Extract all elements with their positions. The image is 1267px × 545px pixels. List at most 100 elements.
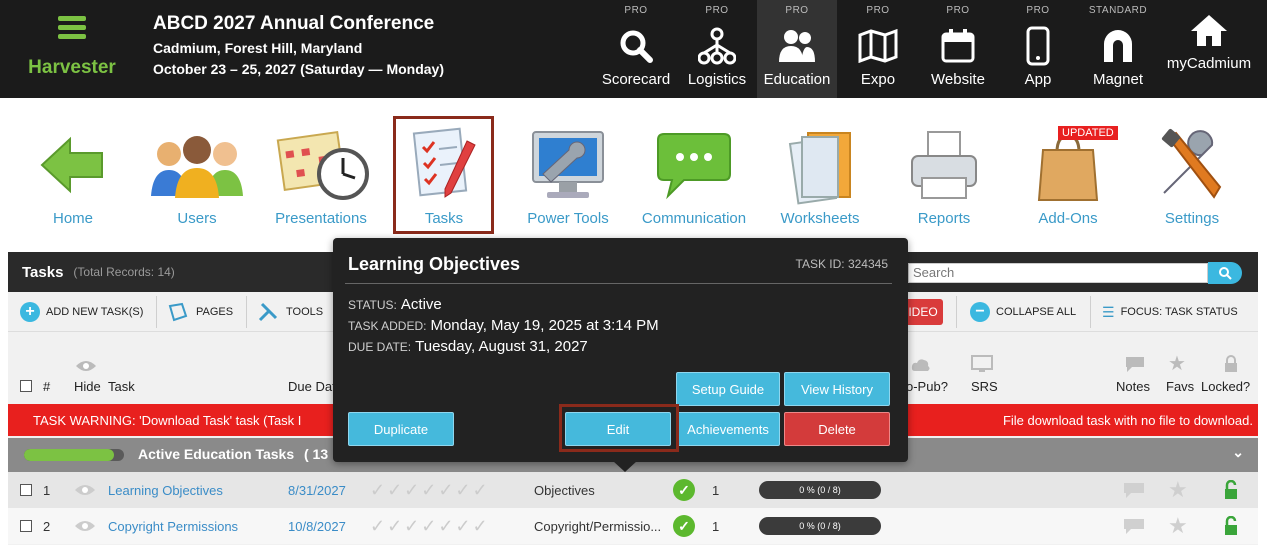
comment-icon[interactable] <box>1122 472 1146 508</box>
star-icon[interactable]: ★ <box>1168 508 1188 544</box>
col-auto-publish[interactable]: o-Pub? <box>906 379 948 394</box>
task-added-row: TASK ADDED: Monday, May 19, 2025 at 3:14 … <box>348 317 659 334</box>
due-label: DUE DATE: <box>348 340 412 354</box>
browser-icon <box>918 24 998 68</box>
due-date: 8/31/2027 <box>288 482 346 498</box>
home-icon <box>1165 8 1253 52</box>
users-icon <box>135 120 259 210</box>
comment-icon[interactable] <box>1122 508 1146 544</box>
progress-pill: 0 % (0 / 8) <box>759 508 881 544</box>
row-num: 2 <box>43 518 51 534</box>
tile-label: Home <box>52 210 93 227</box>
lock-open-icon[interactable] <box>1223 472 1239 508</box>
focus-task-status-button[interactable]: ☰ FOCUS: TASK STATUS <box>1102 292 1238 332</box>
tile-label: Communication <box>641 210 747 227</box>
checkmarks-icon: ✓✓✓✓✓✓✓ <box>370 479 490 500</box>
task-count: 1 <box>712 482 720 498</box>
row-checkbox[interactable] <box>20 508 32 544</box>
eye-icon[interactable] <box>74 472 96 508</box>
lock-icon <box>1223 355 1239 376</box>
tile-presentations[interactable]: Presentations <box>259 120 383 240</box>
group-label: Active Education Tasks <box>138 446 295 462</box>
module-tier: PRO <box>705 5 729 16</box>
col-notes[interactable]: Notes <box>1116 379 1150 394</box>
module-label: myCadmium <box>1166 55 1252 72</box>
tasks-tile-highlight <box>393 116 494 234</box>
popup-title: Learning Objectives <box>348 254 521 274</box>
hamburger-icon[interactable] <box>58 16 86 39</box>
tools-button[interactable]: TOOLS <box>258 292 323 332</box>
col-srs[interactable]: SRS <box>971 379 998 394</box>
conference-location: Cadmium, Forest Hill, Maryland <box>153 40 363 56</box>
monitor-icon <box>971 355 993 376</box>
module-app[interactable]: PRO App <box>998 0 1078 98</box>
top-bar: Harvester ABCD 2027 Annual Conference Ca… <box>0 0 1267 98</box>
task-link[interactable]: Learning Objectives <box>108 472 223 508</box>
tile-add-ons[interactable]: UPDATED Add-Ons <box>1006 120 1130 240</box>
network-icon <box>677 24 757 68</box>
duplicate-button[interactable]: Duplicate <box>348 412 454 446</box>
tools-icon <box>1130 120 1254 210</box>
col-locked[interactable]: Locked? <box>1201 379 1250 394</box>
module-scorecard[interactable]: PRO Scorecard <box>596 0 676 98</box>
add-task-button[interactable]: + ADD NEW TASK(S) <box>20 292 143 332</box>
module-label: Magnet <box>1092 71 1144 88</box>
search-input[interactable]: Search <box>908 263 1208 283</box>
col-hide[interactable]: Hide <box>74 379 101 394</box>
tile-worksheets[interactable]: Worksheets <box>758 120 882 240</box>
col-due-date[interactable]: Due Dat <box>288 379 336 394</box>
tile-home[interactable]: Home <box>11 120 135 240</box>
star-icon[interactable]: ★ <box>1168 472 1188 508</box>
wrench-icon <box>258 302 278 322</box>
setup-guide-button[interactable]: Setup Guide <box>676 372 780 406</box>
progress-text: 0 % (0 / 8) <box>759 481 881 499</box>
tile-power-tools[interactable]: Power Tools <box>506 120 630 240</box>
add-task-label: ADD NEW TASK(S) <box>46 306 144 318</box>
pages-label: PAGES <box>196 306 234 318</box>
tile-reports[interactable]: Reports <box>882 120 1006 240</box>
calendar-clock-icon <box>259 120 383 210</box>
video-button[interactable]: IDEO <box>903 299 943 325</box>
module-label: Education <box>763 71 831 88</box>
module-expo[interactable]: PRO Expo <box>838 0 918 98</box>
tile-label: Add-Ons <box>1038 210 1098 227</box>
delete-button[interactable]: Delete <box>784 412 890 446</box>
brand-menu[interactable]: Harvester <box>0 0 144 98</box>
tile-label: Users <box>177 210 217 227</box>
task-type: Copyright/Permissio... <box>534 518 662 534</box>
module-magnet[interactable]: STANDARD Magnet <box>1078 0 1158 98</box>
eye-icon[interactable] <box>74 508 96 544</box>
search-button[interactable] <box>1208 262 1242 284</box>
table-row[interactable]: 2 Copyright Permissions 10/8/2027 ✓✓✓✓✓✓… <box>8 508 1258 544</box>
col-favs[interactable]: Favs <box>1166 379 1194 394</box>
col-task[interactable]: Task <box>108 379 135 394</box>
table-row[interactable]: 1 Learning Objectives 8/31/2027 ✓✓✓✓✓✓✓ … <box>8 472 1258 508</box>
conference-info: ABCD 2027 Annual Conference Cadmium, For… <box>153 13 444 77</box>
shopping-bag-icon: UPDATED <box>1006 120 1130 210</box>
module-label: Scorecard <box>601 71 671 88</box>
list-icon: ☰ <box>1102 303 1115 320</box>
main-navigation: Home Users Presentations Tasks Power Too… <box>0 100 1267 240</box>
lock-open-icon[interactable] <box>1223 508 1239 544</box>
tile-settings[interactable]: Settings <box>1130 120 1254 240</box>
module-tier: STANDARD <box>1088 5 1148 16</box>
tile-communication[interactable]: Communication <box>632 120 756 240</box>
view-history-button[interactable]: View History <box>784 372 890 406</box>
due-date-row: DUE DATE: Tuesday, August 31, 2027 <box>348 338 588 355</box>
pages-button[interactable]: PAGES <box>168 292 233 332</box>
tile-users[interactable]: Users <box>135 120 259 240</box>
achievements-button[interactable]: Achievements <box>676 412 780 446</box>
due-date: 10/8/2027 <box>288 518 346 534</box>
module-education[interactable]: PRO Education <box>757 0 837 98</box>
task-link[interactable]: Copyright Permissions <box>108 508 238 544</box>
module-website[interactable]: PRO Website <box>918 0 998 98</box>
row-checkbox[interactable] <box>20 472 32 508</box>
chevron-down-icon[interactable]: ⌄ <box>1232 444 1244 461</box>
module-mycadmium[interactable]: myCadmium <box>1165 0 1253 98</box>
updated-badge: UPDATED <box>1058 126 1118 140</box>
brand-name: Harvester <box>28 57 116 78</box>
collapse-all-button[interactable]: − COLLAPSE ALL <box>970 292 1076 332</box>
select-all-checkbox[interactable] <box>20 380 32 392</box>
module-logistics[interactable]: PRO Logistics <box>677 0 757 98</box>
collapse-label: COLLAPSE ALL <box>996 306 1077 318</box>
